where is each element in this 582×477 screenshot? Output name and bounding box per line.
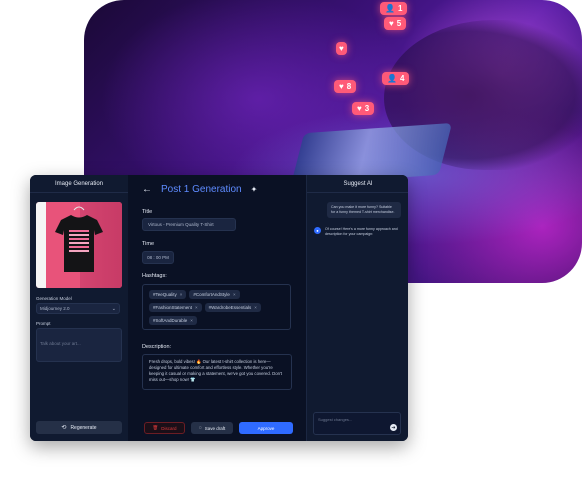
close-icon[interactable]: × <box>195 305 198 310</box>
post-generation-panel: ← Post 1 Generation ✦ Title Virtous - Pr… <box>128 175 306 441</box>
image-generation-panel: Image Generation Generation Model Midjou… <box>30 175 128 441</box>
user-icon: 👤 <box>385 4 395 13</box>
prompt-placeholder: Talk about your art... <box>40 341 81 346</box>
approve-label: Approve <box>257 425 275 431</box>
title-label: Title <box>142 209 153 215</box>
heart-icon: ♥ <box>357 104 362 113</box>
close-icon[interactable]: × <box>190 318 193 323</box>
app-window: Image Generation Generation Model Midjou… <box>30 175 408 441</box>
divider <box>307 192 408 193</box>
page-title: Post 1 Generation <box>161 184 242 195</box>
hashtag-chip[interactable]: #FashionStatement × <box>149 303 202 312</box>
time-field[interactable]: 08 : 00 PM <box>142 251 174 264</box>
notification-badge: ♥ <box>336 42 347 55</box>
trash-icon: 🗑 <box>152 425 159 430</box>
description-label: Description: <box>142 344 172 350</box>
panel-title: Image Generation <box>54 181 104 187</box>
discard-button[interactable]: 🗑 Discard <box>144 422 185 434</box>
generated-image[interactable] <box>36 202 122 288</box>
tshirt-image <box>55 206 103 272</box>
notification-badge: ♥ 8 <box>334 80 357 93</box>
hashtag-chip[interactable]: #SoftAndDurable × <box>149 316 197 325</box>
ai-avatar: ● <box>314 227 321 234</box>
ai-message: Of course! Here's a more funny approach … <box>325 227 398 236</box>
refresh-icon: ⟲ <box>61 425 67 431</box>
title-value: Virtous - Premium Quality T-Shirt <box>148 222 214 227</box>
save-icon: ◌ <box>198 425 202 431</box>
notification-badge: 👤 4 <box>382 72 410 85</box>
approve-button[interactable]: Approve <box>239 422 293 434</box>
bot-icon: ● <box>316 228 319 233</box>
heart-icon: ♥ <box>339 82 344 91</box>
model-select-value: Midjourney 2.0 <box>40 306 70 311</box>
close-icon[interactable]: × <box>254 305 257 310</box>
hashtag-chip[interactable]: #WardrobeEssentials × <box>204 303 261 312</box>
description-field[interactable]: Fresh drops, bold vibes! 🔥 Our latest t-… <box>142 354 292 390</box>
time-value: 08 : 00 PM <box>147 255 169 260</box>
hashtags-box: #TeeQuality × #ComfortAndStyle × #FashionS… <box>142 284 291 330</box>
suggest-input[interactable]: Suggest changes... ➜ <box>313 412 401 435</box>
sparkle-icon: ✦ <box>250 185 258 194</box>
user-message-bubble: Can you make it more funny? Suitable for… <box>327 202 401 218</box>
regenerate-label: Regenerate <box>70 424 97 431</box>
save-draft-button[interactable]: ◌ Save draft <box>191 422 233 434</box>
close-icon[interactable]: × <box>180 292 183 297</box>
suggest-ai-panel: Suggest AI Can you make it more funny? S… <box>306 175 408 441</box>
model-select[interactable]: Midjourney 2.0 ⌄ <box>36 303 120 314</box>
close-icon[interactable]: × <box>233 292 236 297</box>
panel-title: Suggest AI <box>343 181 373 187</box>
model-label: Generation Model <box>36 296 72 301</box>
back-arrow-icon[interactable]: ← <box>142 184 152 195</box>
discard-label: Discard <box>161 425 177 431</box>
hashtags-label: Hashtags: <box>142 273 167 279</box>
title-field[interactable]: Virtous - Premium Quality T-Shirt <box>142 218 236 231</box>
divider <box>30 192 128 193</box>
save-draft-label: Save draft <box>204 425 226 431</box>
prompt-label: Prompt <box>36 321 51 326</box>
notification-badge: ♥ 5 <box>384 17 407 30</box>
notification-badge: 👤 1 <box>380 2 408 15</box>
time-label: Time <box>142 241 155 247</box>
suggest-placeholder: Suggest changes... <box>318 417 353 422</box>
send-icon[interactable]: ➜ <box>390 424 397 431</box>
user-icon: 👤 <box>387 74 397 83</box>
heart-icon: ♥ <box>339 44 344 53</box>
hashtag-chip[interactable]: #TeeQuality × <box>149 290 187 299</box>
chevron-down-icon: ⌄ <box>111 305 116 312</box>
prompt-input[interactable]: Talk about your art... <box>36 328 122 362</box>
heart-icon: ♥ <box>389 19 394 28</box>
notification-badge: ♥ 3 <box>352 102 375 115</box>
hashtag-chip[interactable]: #ComfortAndStyle × <box>189 290 240 299</box>
post-header: ← Post 1 Generation ✦ <box>142 184 257 195</box>
regenerate-button[interactable]: ⟲ Regenerate <box>36 421 122 434</box>
